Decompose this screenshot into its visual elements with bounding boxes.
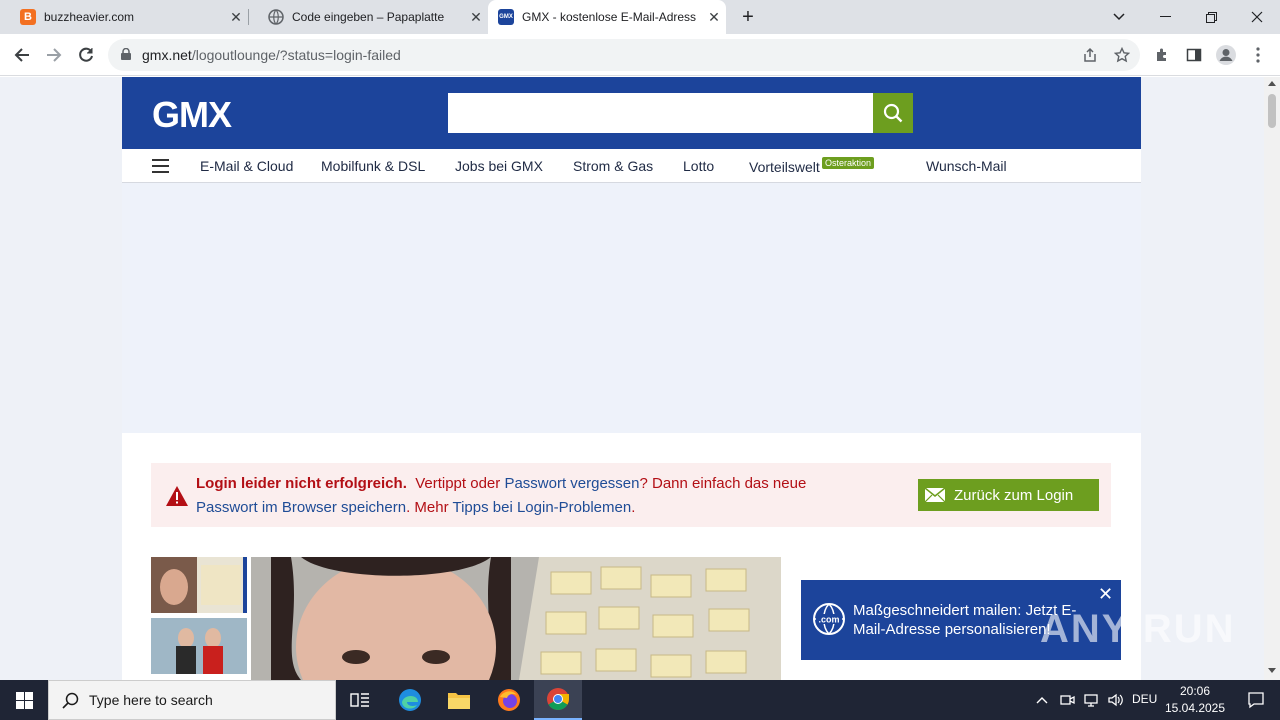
share-icon[interactable]	[1076, 41, 1104, 69]
taskbar-search-placeholder: Type here to search	[89, 692, 213, 708]
tab-papaplatte[interactable]: Code eingeben – Papaplatte ✕	[248, 0, 488, 34]
gmx-icon: GMX	[498, 9, 514, 25]
tab-search-button[interactable]	[1096, 0, 1142, 34]
scroll-up-arrow-icon[interactable]	[1268, 81, 1276, 86]
nav-item-jobs[interactable]: Jobs bei GMX	[455, 158, 543, 174]
url-text: gmx.net/logoutlounge/?status=login-faile…	[142, 47, 401, 63]
dotcom-globe-icon: .com	[813, 603, 845, 635]
url-host: gmx.net	[142, 47, 192, 63]
tab-buzzheavier[interactable]: B buzzheavier.com ✕	[0, 0, 248, 34]
taskbar-clock[interactable]: 20:06 15.04.2025	[1160, 683, 1230, 717]
network-icon[interactable]	[1080, 680, 1102, 720]
windows-logo-icon	[15, 691, 33, 709]
teaser-main-image[interactable]	[251, 557, 781, 680]
gmx-logo[interactable]: GMX	[152, 94, 232, 136]
tab-title: GMX - kostenlose E-Mail-Adress	[522, 10, 697, 24]
warning-icon	[166, 486, 188, 506]
edge-icon[interactable]	[386, 680, 434, 720]
teaser-thumbnail-1[interactable]	[151, 557, 247, 613]
page-viewport: GMX E-Mail & Cloud Mobilfunk & DSL Jobs …	[0, 77, 1264, 680]
restore-button[interactable]	[1188, 0, 1234, 34]
watermark: ANY RUN	[1040, 607, 1236, 651]
gmx-header: GMX	[122, 77, 1141, 149]
meet-now-icon[interactable]	[1056, 680, 1078, 720]
nav-item-wunsch-mail[interactable]: Wunsch-Mail	[926, 158, 1007, 174]
lock-icon	[121, 48, 131, 60]
back-to-login-button[interactable]: Zurück zum Login	[918, 479, 1099, 511]
reload-button[interactable]	[72, 41, 100, 69]
teaser-thumbnail-2[interactable]	[151, 618, 247, 674]
forward-button[interactable]	[40, 41, 68, 69]
windows-taskbar: Type here to search DEU 20:06 15.04.2025	[0, 680, 1280, 720]
bookmark-star-icon[interactable]	[1108, 41, 1136, 69]
ad-banner-area	[122, 183, 1141, 433]
globe-icon	[268, 9, 284, 25]
forgot-password-link[interactable]: Passwort vergessen	[504, 475, 639, 492]
main-nav: E-Mail & Cloud Mobilfunk & DSL Jobs bei …	[122, 149, 1141, 183]
menu-kebab-icon[interactable]	[1244, 41, 1272, 69]
browser-toolbar: gmx.net/logoutlounge/?status=login-faile…	[0, 34, 1280, 76]
task-view-icon[interactable]	[336, 680, 384, 720]
clock-time: 20:06	[1179, 684, 1211, 698]
tray-chevron-up-icon[interactable]	[1032, 680, 1052, 720]
news-teaser[interactable]	[151, 557, 781, 680]
error-text: .	[631, 499, 636, 516]
nav-item-strom-gas[interactable]: Strom & Gas	[573, 158, 653, 174]
notifications-icon[interactable]	[1232, 680, 1280, 720]
chrome-icon[interactable]	[534, 680, 582, 720]
back-button[interactable]	[8, 41, 36, 69]
close-icon[interactable]: ✕	[464, 9, 488, 26]
login-tips-link[interactable]: Tipps bei Login-Problemen	[452, 499, 631, 516]
search-icon	[62, 692, 79, 709]
close-icon[interactable]: ✕	[702, 9, 726, 26]
close-icon[interactable]: ✕	[224, 9, 248, 26]
search-button[interactable]	[873, 93, 913, 133]
new-tab-button[interactable]: +	[726, 0, 770, 34]
search-icon	[883, 103, 903, 123]
error-text: . Mehr	[406, 499, 453, 516]
profile-avatar-icon[interactable]	[1212, 41, 1240, 69]
error-text: ? Dann einfach das neue	[639, 475, 807, 492]
scrollbar-thumb[interactable]	[1268, 94, 1276, 128]
close-icon[interactable]: ✕	[1098, 584, 1113, 605]
tab-strip: B buzzheavier.com ✕ Code eingeben – Papa…	[0, 0, 1280, 34]
address-bar[interactable]: gmx.net/logoutlounge/?status=login-faile…	[108, 39, 1140, 71]
envelope-icon	[925, 488, 945, 502]
back-to-login-label: Zurück zum Login	[954, 486, 1074, 504]
osteraktion-badge: Osteraktion	[822, 157, 875, 169]
clock-date: 15.04.2025	[1164, 701, 1226, 715]
nav-item-email-cloud[interactable]: E-Mail & Cloud	[200, 158, 293, 174]
tab-gmx[interactable]: GMX GMX - kostenlose E-Mail-Adress ✕	[488, 0, 726, 34]
page-scrollbar[interactable]	[1264, 77, 1280, 680]
gmx-site: GMX E-Mail & Cloud Mobilfunk & DSL Jobs …	[122, 77, 1141, 680]
nav-item-lotto[interactable]: Lotto	[683, 158, 714, 174]
nav-item-mobilfunk-dsl[interactable]: Mobilfunk & DSL	[321, 158, 425, 174]
url-path: /logoutlounge/?status=login-failed	[191, 47, 401, 63]
input-language[interactable]: DEU	[1132, 692, 1157, 706]
nav-item-vorteilswelt[interactable]: Vorteilswelt	[749, 159, 820, 175]
tab-title: Code eingeben – Papaplatte	[292, 10, 445, 24]
side-panel-icon[interactable]	[1180, 41, 1208, 69]
start-button[interactable]	[0, 680, 48, 720]
svg-text:.com: .com	[818, 615, 839, 625]
hamburger-menu-icon[interactable]	[152, 159, 169, 173]
scroll-down-arrow-icon[interactable]	[1268, 668, 1276, 673]
volume-icon[interactable]	[1104, 680, 1126, 720]
error-text: Vertippt oder	[415, 475, 505, 492]
file-explorer-icon[interactable]	[435, 680, 483, 720]
b-icon: B	[20, 9, 36, 25]
search-input[interactable]	[448, 93, 873, 133]
save-password-link[interactable]: Passwort im Browser speichern	[196, 499, 406, 516]
taskbar-search-box[interactable]: Type here to search	[48, 680, 336, 720]
login-error-message: Login leider nicht erfolgreich. Vertippt…	[196, 472, 846, 520]
extensions-icon[interactable]	[1148, 41, 1176, 69]
close-window-button[interactable]	[1234, 0, 1280, 34]
error-headline: Login leider nicht erfolgreich.	[196, 475, 407, 492]
tab-title: buzzheavier.com	[44, 10, 135, 24]
minimize-button[interactable]	[1142, 0, 1188, 34]
login-error-box: Login leider nicht erfolgreich. Vertippt…	[151, 463, 1111, 527]
firefox-icon[interactable]	[485, 680, 533, 720]
